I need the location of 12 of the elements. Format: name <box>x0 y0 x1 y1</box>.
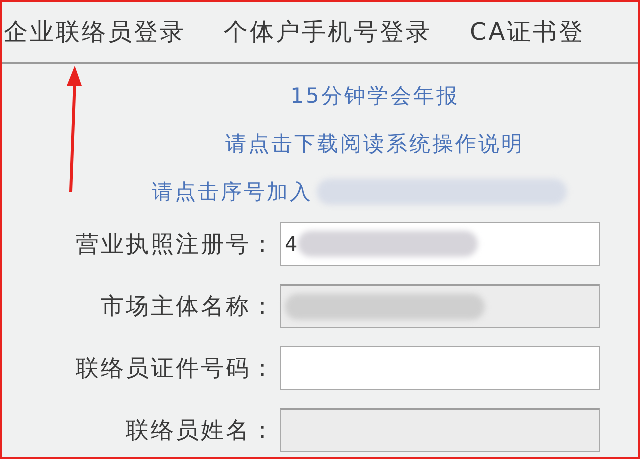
link[interactable]: 15分钟学会年报 <box>290 82 460 110</box>
tab[interactable]: 企业联络员登录 <box>4 16 186 48</box>
field-label: 联络员姓名： <box>125 416 276 446</box>
input-field[interactable]: 4 <box>280 222 600 266</box>
field-label: 市场主体名称： <box>100 292 276 322</box>
field-label: 联络员证件号码： <box>75 354 276 384</box>
link[interactable]: 请点击序号加入 <box>152 178 567 206</box>
field-label: 营业执照注册号： <box>75 230 276 260</box>
tab[interactable]: CA证书登 <box>470 16 586 48</box>
link[interactable]: 请点击下载阅读系统操作说明 <box>226 130 524 158</box>
tab[interactable]: 个体户手机号登录 <box>224 16 432 48</box>
input-field[interactable] <box>280 346 600 390</box>
